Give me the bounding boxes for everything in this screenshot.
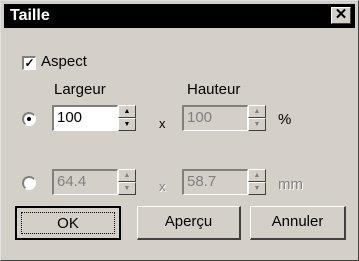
radio-selected-dot — [27, 117, 31, 121]
height-mm-spin-up[interactable]: ▲ — [248, 169, 266, 182]
spin-down-icon: ▼ — [253, 121, 261, 128]
percent-unit-label: % — [278, 111, 292, 128]
ok-button-label: OK — [57, 215, 79, 232]
dialog-title: Taille — [10, 7, 50, 24]
radio-percent[interactable] — [22, 112, 36, 126]
ok-button[interactable]: OK — [15, 206, 121, 240]
height-mm-input[interactable]: 58.7 — [182, 169, 248, 195]
height-percent-spin-down[interactable]: ▼ — [248, 118, 266, 131]
width-percent-spin-up[interactable]: ▲ — [118, 105, 136, 118]
width-mm-spin-up[interactable]: ▲ — [118, 169, 136, 182]
preview-button-label: Aperçu — [164, 213, 213, 230]
preview-button[interactable]: Aperçu — [137, 206, 241, 240]
width-mm-input[interactable]: 64.4 — [52, 169, 118, 195]
mm-row-separator: x — [159, 179, 166, 194]
aspect-checkbox[interactable]: ✓ — [22, 56, 36, 70]
width-mm-spin-down[interactable]: ▼ — [118, 182, 136, 195]
spin-down-icon: ▼ — [123, 121, 131, 128]
height-mm-spin-down[interactable]: ▼ — [248, 182, 266, 195]
width-percent-spin-down[interactable]: ▼ — [118, 118, 136, 131]
height-header: Hauteur — [187, 81, 241, 98]
taille-dialog: Taille ✕ ✓ Aspect Largeur Hauteur 100 ▲ … — [0, 0, 359, 261]
spin-up-icon: ▲ — [123, 108, 131, 115]
cancel-button-label: Annuler — [271, 213, 324, 230]
checkmark-icon: ✓ — [24, 56, 35, 70]
aspect-label: Aspect — [41, 53, 87, 70]
spin-up-icon: ▲ — [253, 108, 261, 115]
mm-unit-label: mm — [278, 176, 303, 193]
spin-down-icon: ▼ — [123, 185, 131, 192]
focus-rectangle: OK — [21, 212, 115, 234]
width-percent-input[interactable]: 100 — [52, 105, 118, 131]
height-percent-input[interactable]: 100 — [182, 105, 248, 131]
radio-mm[interactable] — [22, 176, 36, 190]
spin-down-icon: ▼ — [253, 185, 261, 192]
title-bar: Taille ✕ — [4, 4, 355, 28]
close-icon: ✕ — [334, 6, 348, 23]
width-header: Largeur — [54, 81, 106, 98]
cancel-button[interactable]: Annuler — [250, 206, 346, 240]
percent-row-separator: x — [159, 116, 166, 131]
height-percent-spin-up[interactable]: ▲ — [248, 105, 266, 118]
spin-up-icon: ▲ — [123, 172, 131, 179]
spin-up-icon: ▲ — [253, 172, 261, 179]
close-button[interactable]: ✕ — [331, 7, 351, 24]
